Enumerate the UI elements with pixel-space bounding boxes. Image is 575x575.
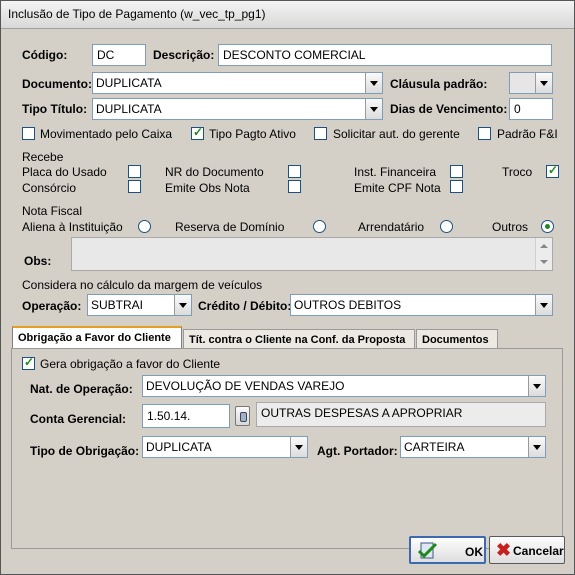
operacao-select[interactable]: SUBTRAI xyxy=(87,294,192,316)
dialog-window: Inclusão de Tipo de Pagamento (w_vec_tp_… xyxy=(0,0,575,575)
descricao-input[interactable]: DESCONTO COMERCIAL xyxy=(218,44,552,66)
clausula-select[interactable] xyxy=(509,72,553,94)
tipo-obrigacao-value: DUPLICATA xyxy=(146,440,212,454)
scroll-down-icon[interactable] xyxy=(540,260,548,264)
recebe-nr-label: NR do Documento xyxy=(165,165,264,179)
check-doc-icon xyxy=(418,542,438,559)
tipo-obrigacao-label: Tipo de Obrigação: xyxy=(30,444,140,458)
codigo-label: Código: xyxy=(22,48,68,62)
conta-descricao-field: OUTRAS DESPESAS A APROPRIAR xyxy=(256,402,546,427)
gera-obrigacao-label: Gera obrigação a favor do Cliente xyxy=(40,357,221,371)
agt-portador-value: CARTEIRA xyxy=(404,440,465,454)
lookup-icon[interactable] xyxy=(235,406,250,426)
chevron-down-icon[interactable] xyxy=(535,73,552,93)
documento-value: DUPLICATA xyxy=(96,76,162,90)
padrao-fi-checkbox[interactable] xyxy=(478,127,491,140)
nota-fiscal-title: Nota Fiscal xyxy=(22,204,83,218)
nf-aliena-radio[interactable] xyxy=(138,220,151,233)
documento-label: Documento: xyxy=(22,77,92,91)
nf-reserva-radio[interactable] xyxy=(313,220,326,233)
ativo-label: Tipo Pagto Ativo xyxy=(209,127,296,141)
operacao-label: Operação: xyxy=(22,299,82,313)
recebe-placa-label: Placa do Usado xyxy=(22,165,107,179)
obs-scrollbar[interactable] xyxy=(535,238,552,270)
tipo-titulo-select[interactable]: DUPLICATA xyxy=(92,98,383,120)
recebe-inst-label: Inst. Financeira xyxy=(354,165,437,179)
recebe-nr-checkbox[interactable] xyxy=(288,165,301,178)
solicitar-label: Solicitar aut. do gerente xyxy=(333,127,460,141)
nf-outros-radio[interactable] xyxy=(541,220,554,233)
codigo-input[interactable]: DC xyxy=(92,44,146,66)
recebe-troco-checkbox[interactable] xyxy=(546,163,559,178)
nf-outros-label: Outros xyxy=(492,220,529,234)
agt-portador-select[interactable]: CARTEIRA xyxy=(400,436,546,458)
window-title: Inclusão de Tipo de Pagamento (w_vec_tp_… xyxy=(8,7,266,21)
tab-panel-obrigacao: Gera obrigação a favor do Cliente Nat. d… xyxy=(11,348,563,549)
scroll-up-icon[interactable] xyxy=(540,244,548,248)
documento-select[interactable]: DUPLICATA xyxy=(92,72,383,94)
recebe-consorcio-label: Consórcio xyxy=(22,181,77,195)
credito-select[interactable]: OUTROS DEBITOS xyxy=(290,294,553,316)
recebe-troco-label: Troco xyxy=(502,165,533,179)
nf-arrendatario-radio[interactable] xyxy=(440,220,453,233)
dialog-body: Código: DC Descrição: DESCONTO COMERCIAL… xyxy=(2,29,573,573)
chevron-down-icon[interactable] xyxy=(290,437,307,457)
recebe-placa-checkbox[interactable] xyxy=(128,165,141,178)
credito-value: OUTROS DEBITOS xyxy=(294,298,402,312)
ok-button[interactable]: OK xyxy=(409,536,486,564)
obs-label: Obs: xyxy=(24,254,52,268)
recebe-title: Recebe xyxy=(22,150,64,164)
chevron-down-icon[interactable] xyxy=(528,437,545,457)
nf-reserva-label: Reserva de Domínio xyxy=(175,220,285,234)
credito-label: Crédito / Débito: xyxy=(198,299,292,313)
dias-label: Dias de Vencimento: xyxy=(390,102,508,116)
conta-gerencial-label: Conta Gerencial: xyxy=(30,412,127,426)
recebe-cpf-checkbox[interactable] xyxy=(450,180,463,193)
recebe-inst-checkbox[interactable] xyxy=(450,165,463,178)
agt-portador-label: Agt. Portador: xyxy=(317,444,398,458)
nf-arrendatario-label: Arrendatário xyxy=(358,220,425,234)
solicitar-checkbox[interactable] xyxy=(314,127,327,140)
tipo-titulo-label: Tipo Título: xyxy=(22,102,88,116)
nat-operacao-value: DEVOLUÇÃO DE VENDAS VAREJO xyxy=(146,379,345,393)
recebe-cpf-label: Emite CPF Nota xyxy=(354,181,441,195)
tipo-obrigacao-select[interactable]: DUPLICATA xyxy=(142,436,308,458)
movimentado-label: Movimentado pelo Caixa xyxy=(40,127,173,141)
operacao-value: SUBTRAI xyxy=(91,298,144,312)
tab-titulo[interactable]: Tít. contra o Cliente na Conf. da Propos… xyxy=(183,329,415,349)
dias-input[interactable]: 0 xyxy=(509,98,553,120)
gera-obrigacao-checkbox[interactable] xyxy=(22,355,35,370)
movimentado-checkbox[interactable] xyxy=(22,127,35,140)
chevron-down-icon[interactable] xyxy=(174,295,191,315)
nat-operacao-label: Nat. de Operação: xyxy=(30,382,133,396)
ativo-checkbox[interactable] xyxy=(191,125,204,140)
nat-operacao-select[interactable]: DEVOLUÇÃO DE VENDAS VAREJO xyxy=(142,375,546,397)
cancel-button[interactable]: ✖ Cancelar xyxy=(489,536,565,564)
obs-textarea[interactable] xyxy=(71,237,553,271)
recebe-consorcio-checkbox[interactable] xyxy=(128,180,141,193)
padrao-fi-label: Padrão F&I xyxy=(497,127,558,141)
chevron-down-icon[interactable] xyxy=(365,99,382,119)
nf-aliena-label: Aliena à Instituição xyxy=(22,220,123,234)
tipo-titulo-value: DUPLICATA xyxy=(96,102,162,116)
chevron-down-icon[interactable] xyxy=(535,295,552,315)
tab-obrigacao[interactable]: Obrigação a Favor do Cliente xyxy=(12,326,182,349)
chevron-down-icon[interactable] xyxy=(365,73,382,93)
chevron-down-icon[interactable] xyxy=(528,376,545,396)
recebe-obsnota-checkbox[interactable] xyxy=(288,180,301,193)
tab-documentos[interactable]: Documentos xyxy=(416,329,498,349)
conta-gerencial-input[interactable]: 1.50.14. xyxy=(142,404,230,428)
margem-title: Considera no cálculo da margem de veícul… xyxy=(22,278,263,292)
title-bar[interactable]: Inclusão de Tipo de Pagamento (w_vec_tp_… xyxy=(1,1,574,29)
red-x-icon: ✖ xyxy=(496,540,512,560)
recebe-obsnota-label: Emite Obs Nota xyxy=(165,181,250,195)
descricao-label: Descrição: xyxy=(153,48,215,62)
clausula-label: Cláusula padrão: xyxy=(390,77,488,91)
ok-button-label: OK xyxy=(465,545,483,559)
cancel-button-label: Cancelar xyxy=(513,544,564,558)
